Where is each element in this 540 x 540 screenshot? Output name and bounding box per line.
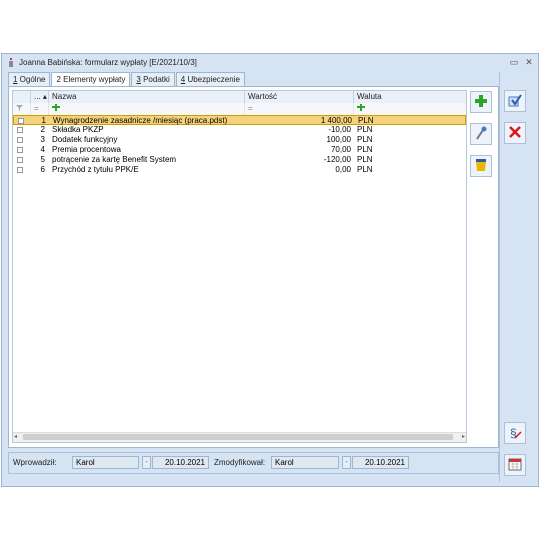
cell-name: Składka PKZP [52, 125, 104, 134]
paragraph-icon: § [508, 425, 522, 441]
filter-lp[interactable]: = [31, 103, 49, 115]
horizontal-scrollbar[interactable]: ◂ ▸ [13, 432, 466, 442]
tab-taxes[interactable]: 3 Podatki [131, 72, 175, 86]
filter-name[interactable] [49, 103, 245, 115]
filter-funnel-icon[interactable] [13, 103, 31, 115]
cell-currency: PLN [357, 145, 373, 154]
footer-bar: Wprowadził: Karol - 20.10.2021 Zmodyfiko… [8, 452, 499, 474]
scroll-left-icon[interactable]: ◂ [14, 433, 17, 440]
table-row[interactable]: 3 Dodatek funkcyjny 100,00 PLN [13, 135, 466, 145]
entered-date-button[interactable]: - [142, 456, 151, 469]
modified-by-label: Zmodyfikował: [214, 458, 266, 467]
cell-lp: 5 [40, 155, 45, 164]
cell-value: 100,00 [326, 135, 351, 144]
window-icon [7, 57, 15, 67]
cell-currency: PLN [357, 165, 373, 174]
cell-currency: PLN [357, 125, 373, 134]
cell-value: -10,00 [328, 125, 351, 134]
window-title: Joanna Babińska: formularz wypłaty [E/20… [19, 57, 197, 67]
cell-currency: PLN [357, 155, 373, 164]
red-x-icon [509, 126, 521, 140]
header-check-column [13, 91, 31, 103]
paragraph-button[interactable]: § [504, 422, 526, 444]
payroll-form-window: Joanna Babińska: formularz wypłaty [E/20… [1, 53, 539, 487]
modified-date-field: 20.10.2021 [352, 456, 409, 469]
filter-value[interactable]: = [245, 103, 354, 115]
cell-value: -120,00 [323, 155, 351, 164]
pipette-icon [475, 126, 487, 142]
cell-name: potrącenie za kartę Benefit System [52, 155, 177, 164]
header-value[interactable]: Wartość [245, 91, 354, 103]
cancel-button[interactable] [504, 122, 526, 144]
tab-general[interactable]: 1 Ogólne [8, 72, 51, 86]
table-row[interactable]: 6 Przychód z tytułu PPK/E 0,00 PLN [13, 165, 466, 175]
table-row[interactable]: 2 Składka PKZP -10,00 PLN [13, 125, 466, 135]
filter-add-icon [52, 104, 60, 113]
elements-grid: ... ▴ Nazwa Wartość Waluta = = 1 Wynagro… [12, 90, 467, 443]
row-checkbox[interactable] [17, 137, 23, 143]
scroll-right-icon[interactable]: ▸ [462, 433, 465, 440]
row-checkbox[interactable] [18, 118, 24, 124]
entered-by-label: Wprowadził: [13, 458, 57, 467]
table-row[interactable]: 1 Wynagrodzenie zasadnicze /miesiąc (pra… [13, 115, 466, 125]
grid-rows: 1 Wynagrodzenie zasadnicze /miesiąc (pra… [13, 115, 466, 175]
header-name[interactable]: Nazwa [49, 91, 245, 103]
table-row[interactable]: 4 Premia procentowa 70,00 PLN [13, 145, 466, 155]
modified-by-field: Karol [271, 456, 339, 469]
edit-element-button[interactable] [470, 123, 492, 145]
save-check-icon [508, 93, 522, 109]
tab-bar: 1 Ogólne 2 Elementy wypłaty 3 Podatki 4 … [8, 72, 246, 87]
add-element-button[interactable] [470, 91, 492, 113]
header-currency[interactable]: Waluta [354, 91, 466, 103]
plus-icon [475, 95, 487, 109]
close-window-button[interactable]: ✕ [522, 55, 536, 69]
title-bar: Joanna Babińska: formularz wypłaty [E/20… [2, 54, 538, 70]
bucket-icon [475, 158, 487, 174]
cell-name: Premia procentowa [52, 145, 121, 154]
cell-lp: 4 [40, 145, 45, 154]
cell-lp: 6 [40, 165, 45, 174]
row-checkbox[interactable] [17, 167, 23, 173]
clear-elements-button[interactable] [470, 155, 492, 177]
cell-lp: 2 [40, 125, 45, 134]
cell-name: Przychód z tytułu PPK/E [52, 165, 139, 174]
tab-payment-elements[interactable]: 2 Elementy wypłaty [51, 72, 131, 87]
entered-date-field: 20.10.2021 [152, 456, 209, 469]
row-checkbox[interactable] [17, 127, 23, 133]
filter-currency[interactable] [354, 103, 466, 115]
minimize-button[interactable]: ▭ [507, 55, 521, 69]
header-lp[interactable]: ... ▴ [31, 91, 49, 103]
side-divider [499, 72, 500, 482]
save-button[interactable] [504, 90, 526, 112]
calendar-icon [508, 457, 522, 473]
modified-date-button[interactable]: - [342, 456, 351, 469]
filter-add-icon [357, 104, 365, 113]
cell-currency: PLN [357, 135, 373, 144]
cell-value: 70,00 [330, 145, 351, 154]
table-row[interactable]: 5 potrącenie za kartę Benefit System -12… [13, 155, 466, 165]
row-checkbox[interactable] [17, 147, 23, 153]
row-checkbox[interactable] [17, 157, 23, 163]
cell-lp: 3 [40, 135, 45, 144]
scroll-thumb[interactable] [23, 434, 453, 440]
tab-panel: ... ▴ Nazwa Wartość Waluta = = 1 Wynagro… [8, 86, 499, 448]
calendar-button[interactable] [504, 454, 526, 476]
cell-name: Dodatek funkcyjny [52, 135, 118, 144]
tab-insurance[interactable]: 4 Ubezpieczenie [175, 72, 245, 86]
cell-value: 0,00 [335, 165, 351, 174]
entered-by-field: Karol [72, 456, 139, 469]
